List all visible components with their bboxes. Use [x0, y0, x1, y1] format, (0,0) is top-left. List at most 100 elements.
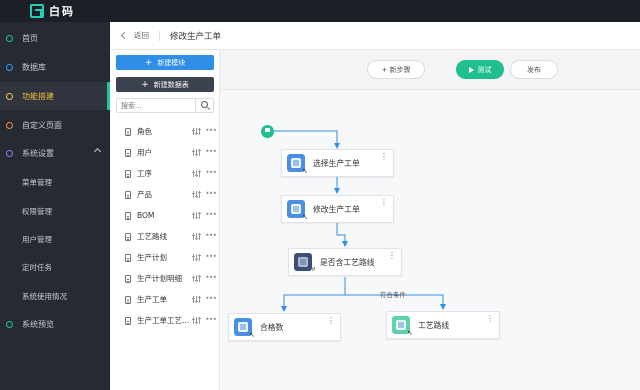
vertical-more-icon[interactable]: ⋮: [380, 153, 388, 161]
module-item-work-order-process[interactable]: 生产工单工艺... •••: [110, 310, 220, 331]
flow-node-condition-route[interactable]: if 是否含工艺路线 ⋮: [288, 248, 402, 276]
more-icon[interactable]: •••: [205, 211, 217, 219]
more-icon[interactable]: •••: [205, 232, 217, 240]
logo-text: 白码: [49, 5, 75, 18]
vertical-more-icon[interactable]: ⋮: [486, 315, 494, 323]
sidebar-subitem-scheduled-tasks[interactable]: 定时任务: [0, 253, 110, 281]
module-panel: + 新建模块 + 新建数据表 角色 ••• 用户 ••• 工序 ••• 产品 •…: [110, 50, 220, 390]
sidebar-item-database[interactable]: 数据库: [0, 53, 110, 81]
flow-node-process-route[interactable]: ↖ 工艺路线 ⋮: [386, 311, 500, 339]
document-icon: [125, 148, 131, 157]
vertical-more-icon[interactable]: ⋮: [388, 252, 396, 260]
sidebar-subitem-system-usage[interactable]: 系统使用情况: [0, 282, 110, 310]
sidebar-subitem-label: 系统使用情况: [22, 291, 67, 301]
flag-icon[interactable]: [261, 125, 274, 138]
document-icon: [125, 274, 131, 283]
document-icon: [125, 232, 131, 241]
vertical-more-icon[interactable]: ⋮: [380, 199, 388, 207]
module-item-process-route[interactable]: 工艺路线 •••: [110, 226, 220, 247]
module-item-role[interactable]: 角色 •••: [110, 121, 220, 142]
more-icon[interactable]: •••: [205, 127, 217, 135]
flow-node-modify-work-order[interactable]: ↖ 修改生产工单 ⋮: [281, 195, 394, 223]
search-input[interactable]: [117, 99, 195, 112]
sidebar-item-system-preview[interactable]: 系统预览: [0, 310, 110, 338]
document-icon: [125, 295, 131, 304]
settings-sliders-icon[interactable]: [192, 128, 201, 135]
settings-sliders-icon[interactable]: [192, 191, 201, 198]
play-icon: [468, 66, 474, 73]
module-item-label: 工艺路线: [137, 232, 167, 241]
settings-sliders-icon[interactable]: [192, 317, 201, 324]
top-bar: 白码: [0, 0, 640, 22]
cube-icon: ↖: [234, 318, 255, 339]
more-icon[interactable]: •••: [205, 253, 217, 261]
sidebar-subitem-label: 菜单管理: [22, 177, 52, 187]
settings-sliders-icon[interactable]: [192, 212, 201, 219]
flow-node-qualified-count[interactable]: ↖ 合格数 ⋮: [228, 313, 341, 341]
flow-toolbar: + 新步骤 测试 发布: [220, 50, 640, 90]
sidebar-item-custom-page[interactable]: 自定义页面: [0, 111, 110, 139]
branch-condition-label: 符合条件: [380, 291, 406, 299]
sidebar-item-label: 数据库: [22, 62, 46, 72]
module-item-work-order[interactable]: 生产工单 •••: [110, 289, 220, 310]
sidebar-subitem-user-management[interactable]: 用户管理: [0, 225, 110, 253]
module-item-user[interactable]: 用户 •••: [110, 142, 220, 163]
module-item-label: 生产计划明细: [137, 274, 182, 283]
new-step-button[interactable]: + 新步骤: [367, 60, 425, 79]
module-item-process[interactable]: 工序 •••: [110, 163, 220, 184]
new-step-label: + 新步骤: [381, 65, 411, 74]
sidebar-subitem-label: 定时任务: [22, 262, 52, 272]
sidebar-subitem-permission-management[interactable]: 权限管理: [0, 197, 110, 225]
new-table-label: 新建数据表: [153, 80, 189, 89]
vertical-more-icon[interactable]: ⋮: [327, 317, 335, 325]
sidebar-subitem-label: 用户管理: [22, 234, 52, 244]
module-item-label: 生产计划: [137, 253, 167, 262]
test-label: 测试: [477, 65, 492, 74]
plus-icon: +: [144, 57, 153, 68]
settings-sliders-icon[interactable]: [192, 275, 201, 282]
settings-sliders-icon[interactable]: [192, 170, 201, 177]
module-item-production-plan-detail[interactable]: 生产计划明细 •••: [110, 268, 220, 289]
sidebar-item-home[interactable]: 首页: [0, 24, 110, 52]
logo-icon: [30, 4, 44, 18]
search-icon[interactable]: [195, 99, 213, 112]
more-icon[interactable]: •••: [205, 148, 217, 156]
circle-icon: [6, 320, 13, 328]
sidebar-item-function-build[interactable]: 功能搭建: [0, 82, 110, 110]
settings-sliders-icon[interactable]: [192, 149, 201, 156]
test-button[interactable]: 测试: [456, 60, 504, 79]
sidebar-item-system-settings[interactable]: 系统设置: [0, 139, 110, 167]
settings-sliders-icon[interactable]: [192, 254, 201, 261]
sidebar-item-label: 首页: [22, 33, 38, 43]
more-icon[interactable]: •••: [205, 169, 217, 177]
module-item-bom[interactable]: BOM •••: [110, 205, 220, 226]
module-item-production-plan[interactable]: 生产计划 •••: [110, 247, 220, 268]
sidebar-subitem-menu-management[interactable]: 菜单管理: [0, 168, 110, 196]
document-icon: [125, 127, 131, 136]
flow-node-select-work-order[interactable]: ↖ 选择生产工单 ⋮: [281, 149, 394, 177]
circle-icon: [6, 34, 13, 42]
more-icon[interactable]: •••: [205, 295, 217, 303]
circle-icon: [6, 121, 13, 129]
more-icon[interactable]: •••: [205, 190, 217, 198]
back-link[interactable]: 返回: [134, 30, 149, 41]
circle-icon: [6, 92, 13, 100]
module-item-label: 生产工单: [137, 295, 167, 304]
publish-button[interactable]: 发布: [510, 60, 558, 79]
circle-icon: [6, 63, 13, 71]
more-icon[interactable]: •••: [205, 316, 217, 324]
more-icon[interactable]: •••: [205, 274, 217, 282]
settings-sliders-icon[interactable]: [192, 296, 201, 303]
document-icon: [125, 190, 131, 199]
new-table-button[interactable]: + 新建数据表: [116, 77, 214, 92]
chevron-left-icon[interactable]: [120, 31, 129, 40]
module-item-label: 角色: [137, 127, 152, 136]
search-box: [116, 98, 214, 113]
module-item-label: BOM: [137, 211, 155, 220]
module-item-product[interactable]: 产品 •••: [110, 184, 220, 205]
flow-node-label: 修改生产工单: [313, 204, 360, 214]
new-module-button[interactable]: + 新建模块: [116, 55, 214, 70]
app-logo[interactable]: 白码: [30, 3, 75, 19]
module-item-label: 产品: [137, 190, 152, 199]
settings-sliders-icon[interactable]: [192, 233, 201, 240]
